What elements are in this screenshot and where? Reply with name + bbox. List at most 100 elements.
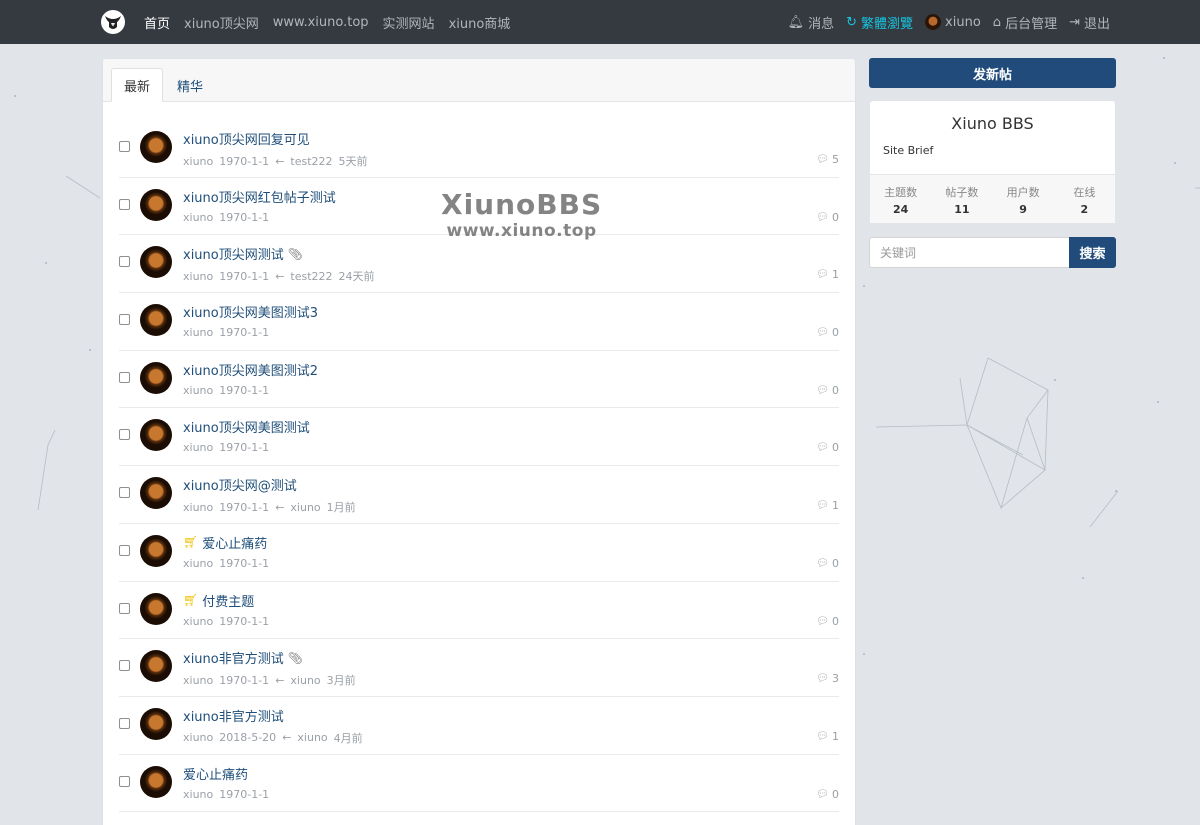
author-avatar[interactable] xyxy=(140,304,172,337)
thread-author[interactable]: xiuno xyxy=(183,731,213,744)
thread-title[interactable]: xiuno顶尖网测试 xyxy=(183,244,284,263)
thread-row[interactable]: xiuno非官方测试 xiuno 2018-5-20 ← xiuno 4月前 💬︎ 1 xyxy=(119,697,839,755)
nav-admin[interactable]: ⌂ 后台管理 xyxy=(993,13,1057,32)
thread-title[interactable]: xiuno非官方测试 xyxy=(183,706,284,725)
thread-title-link[interactable]: xiuno非官方测试 📎︎ xyxy=(183,648,303,668)
thread-select-checkbox[interactable] xyxy=(119,141,130,152)
thread-row[interactable]: 爱心止痛药 xiuno 1970-1-1 💬︎ 0 xyxy=(119,755,839,813)
last-reply-user[interactable]: test222 xyxy=(290,270,332,283)
stat-label: 主题数 xyxy=(884,186,918,199)
thread-title-link[interactable]: 爱心止痛药 xyxy=(183,764,248,783)
nav-xiuno-top[interactable]: xiuno顶尖网 xyxy=(184,13,259,32)
last-reply-user[interactable]: xiuno xyxy=(290,501,320,514)
search-input[interactable] xyxy=(869,237,1069,268)
author-avatar[interactable] xyxy=(140,707,172,740)
thread-title[interactable]: xiuno顶尖网美图测试 xyxy=(183,417,310,436)
thread-author[interactable]: xiuno xyxy=(183,441,213,454)
thread-row[interactable]: 🛒︎ 付费主题 xiuno 1970-1-1 💬︎ 0 xyxy=(119,582,839,640)
thread-author[interactable]: xiuno xyxy=(183,270,213,283)
thread-title-link[interactable]: xiuno顶尖网回复可见 xyxy=(183,129,310,148)
thread-select-checkbox[interactable] xyxy=(119,775,130,787)
stat-posts: 帖子数 11 xyxy=(931,175,992,223)
nav-xiuno-url[interactable]: www.xiuno.top xyxy=(273,15,369,30)
author-avatar[interactable] xyxy=(140,419,172,452)
nav-home[interactable]: 首页 xyxy=(144,13,170,32)
thread-row[interactable]: xiuno顶尖网测试 📎︎ xiuno 1970-1-1 ← test222 24天前 💬︎ 1 xyxy=(119,235,839,294)
thread-title-link[interactable]: xiuno顶尖网@测试 xyxy=(183,475,297,494)
thread-title[interactable]: xiuno顶尖网回复可见 xyxy=(183,129,310,148)
main-nav: 首页 xiuno顶尖网 www.xiuno.top 实测网站 xiuno商城 xyxy=(144,0,510,44)
thread-author[interactable]: xiuno xyxy=(183,788,213,801)
thread-row[interactable]: 🛒︎ 爱心止痛药 xiuno 1970-1-1 💬︎ 0 xyxy=(119,524,839,582)
paperclip-icon: 📎︎ xyxy=(287,650,303,665)
thread-title-link[interactable]: xiuno顶尖网美图测试 xyxy=(183,417,310,436)
author-avatar[interactable] xyxy=(140,188,172,221)
thread-title[interactable]: xiuno顶尖网红包帖子测试 xyxy=(183,187,336,206)
thread-title-link[interactable]: 🛒︎ 爱心止痛药 xyxy=(183,533,267,552)
tab-latest[interactable]: 最新 xyxy=(111,68,164,102)
thread-select-checkbox[interactable] xyxy=(119,429,130,441)
thread-author[interactable]: xiuno xyxy=(183,326,213,339)
thread-row[interactable]: xiuno顶尖网美图测试3 xiuno 1970-1-1 💬︎ 0 xyxy=(119,293,839,351)
last-reply-user[interactable]: xiuno xyxy=(290,674,320,687)
author-avatar[interactable] xyxy=(140,650,172,683)
comment-icon: 💬︎ xyxy=(816,557,829,569)
thread-title[interactable]: 付费主题 xyxy=(202,591,254,610)
thread-row[interactable]: xiuno顶尖网美图测试 xiuno 1970-1-1 💬︎ 0 xyxy=(119,408,839,467)
thread-title-link[interactable]: 🛒︎ 付费主题 xyxy=(183,591,254,610)
thread-author[interactable]: xiuno xyxy=(183,557,213,570)
nav-traditional-chinese[interactable]: ↻ 繁體瀏覽 xyxy=(846,13,913,32)
nav-xiuno-shop[interactable]: xiuno商城 xyxy=(449,13,511,32)
thread-author[interactable]: xiuno xyxy=(183,211,213,224)
thread-title-link[interactable]: xiuno顶尖网美图测试2 xyxy=(183,360,318,379)
thread-select-checkbox[interactable] xyxy=(119,660,130,672)
thread-select-checkbox[interactable] xyxy=(119,371,130,383)
thread-title-link[interactable]: xiuno顶尖网美图测试3 xyxy=(183,302,318,321)
thread-author[interactable]: xiuno xyxy=(183,674,213,687)
thread-title[interactable]: xiuno顶尖网@测试 xyxy=(183,475,297,494)
thread-title-link[interactable]: xiuno顶尖网测试 📎︎ xyxy=(183,244,303,264)
thread-title[interactable]: xiuno非官方测试 xyxy=(183,648,284,667)
nav-messages[interactable]: 🔔︎ 消息 xyxy=(788,13,835,32)
thread-author[interactable]: xiuno xyxy=(183,384,213,397)
thread-select-checkbox[interactable] xyxy=(119,717,130,729)
thread-title-link[interactable]: xiuno顶尖网红包帖子测试 xyxy=(183,187,336,206)
thread-author[interactable]: xiuno xyxy=(183,501,213,514)
thread-select-checkbox[interactable] xyxy=(119,198,130,210)
site-logo[interactable] xyxy=(101,10,125,34)
last-reply-user[interactable]: xiuno xyxy=(297,731,327,744)
thread-select-checkbox[interactable] xyxy=(119,314,130,326)
thread-select-checkbox[interactable] xyxy=(119,602,130,614)
thread-row[interactable]: xiuno顶尖网回复可见 xiuno 1970-1-1 ← test222 5天前 💬︎ 5 xyxy=(119,120,839,178)
thread-meta: xiuno 1970-1-1 xyxy=(183,788,269,801)
new-post-button[interactable]: 发新帖 xyxy=(869,58,1116,88)
nav-logout[interactable]: ⇥ 退出 xyxy=(1069,13,1110,32)
author-avatar[interactable] xyxy=(140,131,172,163)
xiunobbs-watermark: XiunoBBS www.xiuno.top xyxy=(441,189,602,242)
author-avatar[interactable] xyxy=(140,246,172,279)
author-avatar[interactable] xyxy=(140,534,172,567)
thread-title[interactable]: 爱心止痛药 xyxy=(202,533,267,552)
thread-select-checkbox[interactable] xyxy=(119,256,130,268)
author-avatar[interactable] xyxy=(140,592,172,625)
nav-test-site[interactable]: 实测网站 xyxy=(383,13,435,32)
reply-count-value: 0 xyxy=(832,326,839,340)
nav-user-profile[interactable]: xiuno xyxy=(925,14,981,30)
thread-title[interactable]: xiuno顶尖网美图测试2 xyxy=(183,360,318,379)
thread-author[interactable]: xiuno xyxy=(183,155,213,168)
thread-author[interactable]: xiuno xyxy=(183,615,213,628)
thread-title[interactable]: 爱心止痛药 xyxy=(183,764,248,783)
thread-select-checkbox[interactable] xyxy=(119,544,130,556)
thread-row[interactable]: xiuno顶尖网美图测试2 xiuno 1970-1-1 💬︎ 0 xyxy=(119,351,839,409)
author-avatar[interactable] xyxy=(140,765,172,798)
tab-featured[interactable]: 精华 xyxy=(165,68,215,102)
thread-row[interactable]: xiuno顶尖网@测试 xiuno 1970-1-1 ← xiuno 1月前 💬︎ 1 xyxy=(119,466,839,524)
author-avatar[interactable] xyxy=(140,361,172,394)
thread-title-link[interactable]: xiuno非官方测试 xyxy=(183,706,284,725)
thread-row[interactable]: xiuno非官方测试 📎︎ xiuno 1970-1-1 ← xiuno 3月前 💬︎ 3 xyxy=(119,639,839,697)
search-button[interactable]: 搜索 xyxy=(1069,237,1116,268)
thread-title[interactable]: xiuno顶尖网美图测试3 xyxy=(183,302,318,321)
author-avatar[interactable] xyxy=(140,477,172,510)
last-reply-user[interactable]: test222 xyxy=(290,155,332,168)
thread-select-checkbox[interactable] xyxy=(119,487,130,499)
